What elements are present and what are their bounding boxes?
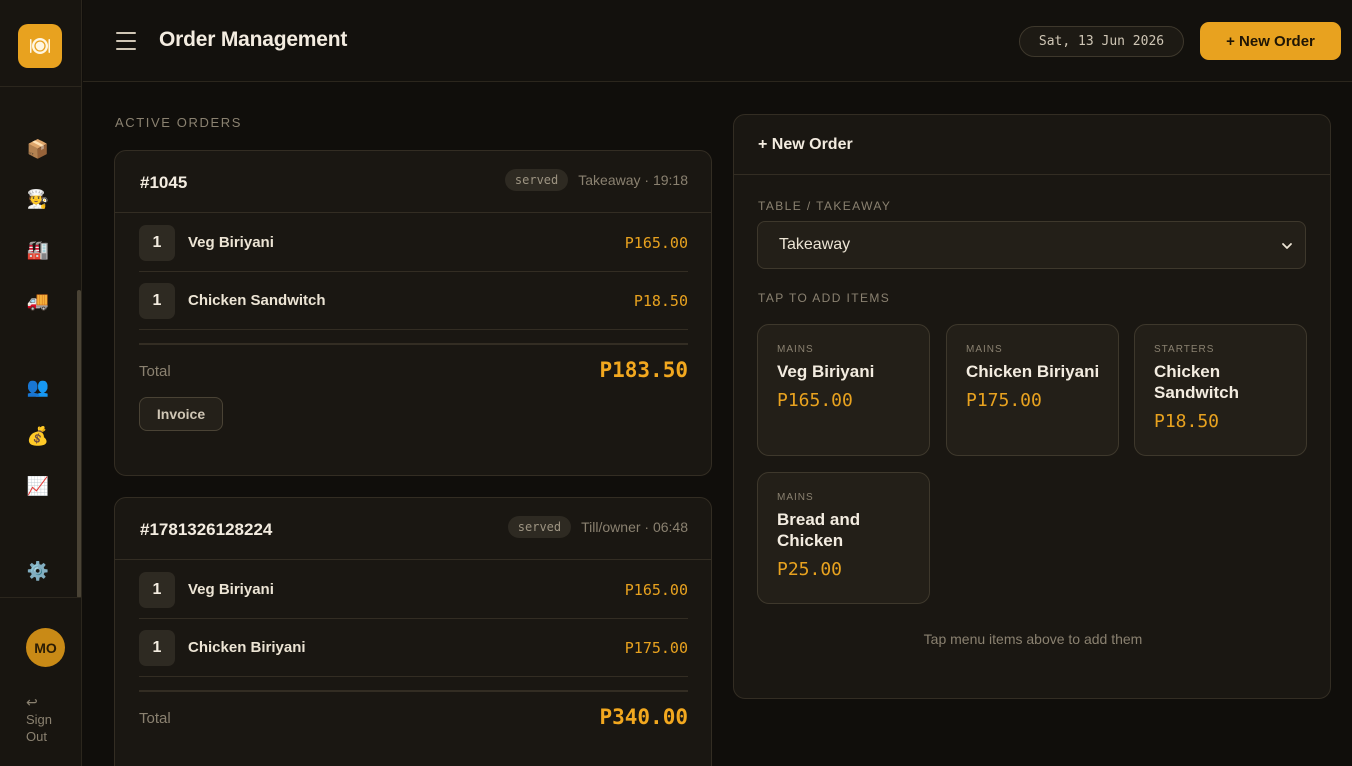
sidebar-divider [0, 86, 82, 87]
settings-icon[interactable]: ⚙️ [25, 558, 51, 584]
new-order-panel: + New Order TABLE / TAKEAWAY Takeaway TA… [733, 114, 1331, 699]
sidebar-divider [0, 597, 82, 598]
item-quantity: 1 [139, 282, 175, 319]
total-label: Total [139, 710, 171, 727]
order-header: #1045 served Takeaway · 19:18 [115, 151, 711, 213]
item-name: Chicken Sandwitch [188, 292, 326, 309]
panel-title: + New Order [758, 136, 853, 153]
chevron-down-icon [1282, 243, 1292, 249]
menu-item-name: Chicken Sandwitch [1154, 362, 1240, 402]
item-quantity: 1 [139, 629, 175, 666]
status-badge: served [504, 169, 569, 191]
order-item-row: 1 Veg Biriyani P165.00 [139, 214, 688, 272]
menu-item-price: P18.50 [1154, 411, 1220, 432]
new-order-button[interactable]: + New Order [1200, 22, 1341, 60]
table-select[interactable]: Takeaway [757, 221, 1306, 269]
menu-item-category: MAINS [777, 492, 814, 503]
chart-icon[interactable]: 📈 [25, 473, 51, 499]
status-badge: served [507, 516, 572, 538]
item-quantity: 1 [139, 571, 175, 608]
order-total-row: Total P183.50 [139, 343, 688, 397]
sign-out-label: Sign Out [26, 712, 53, 744]
order-item-row: 1 Veg Biriyani P165.00 [139, 561, 688, 619]
menu-icon[interactable] [116, 32, 136, 50]
header: Order Management Sat, 13 Jun 2026 + New … [83, 0, 1352, 82]
item-price: P165.00 [624, 580, 688, 599]
item-name: Chicken Biriyani [188, 639, 306, 656]
item-quantity: 1 [139, 224, 175, 261]
item-price: P175.00 [624, 638, 688, 657]
money-bag-icon[interactable]: 💰 [25, 423, 51, 449]
menu-item-tile[interactable]: MAINS Chicken Biriyani P175.00 [946, 324, 1119, 456]
menu-item-category: MAINS [777, 344, 814, 355]
order-number: #1781326128224 [140, 520, 273, 539]
table-label: TABLE / TAKEAWAY [758, 199, 892, 213]
delivery-truck-icon[interactable]: 🚚 [25, 288, 51, 314]
menu-item-name: Chicken Biriyani [966, 362, 1100, 381]
sign-out-icon: ↩ [26, 694, 38, 710]
panel-hint: Tap menu items above to add them [923, 631, 1143, 647]
factory-icon[interactable]: 🏭 [25, 237, 51, 263]
order-item-row: 1 Chicken Sandwitch P18.50 [139, 272, 688, 330]
menu-item-tile[interactable]: MAINS Bread and Chicken P25.00 [757, 472, 930, 604]
users-icon[interactable]: 👥 [25, 374, 51, 400]
order-number: #1045 [140, 173, 188, 192]
order-header: #1781326128224 served Till/owner · 06:48 [115, 498, 711, 560]
invoice-button[interactable]: Invoice [139, 397, 223, 431]
items-label: TAP TO ADD ITEMS [758, 291, 891, 305]
menu-item-name: Bread and Chicken [777, 510, 861, 550]
item-price: P18.50 [633, 291, 688, 310]
order-card: #1045 served Takeaway · 19:18 1 Veg Biri… [114, 150, 712, 476]
menu-item-name: Veg Biriyani [777, 362, 875, 381]
item-price: P165.00 [624, 233, 688, 252]
item-name: Veg Biriyani [188, 581, 274, 598]
total-label: Total [139, 363, 171, 380]
order-total: P183.50 [599, 358, 688, 382]
sign-out-button[interactable]: ↩ Sign Out [22, 694, 62, 745]
avatar[interactable]: MO [26, 628, 65, 667]
date-display: Sat, 13 Jun 2026 [1019, 26, 1184, 57]
menu-item-tile[interactable]: MAINS Veg Biriyani P165.00 [757, 324, 930, 456]
menu-item-category: STARTERS [1154, 344, 1215, 355]
order-meta: Takeaway · 19:18 [578, 172, 688, 188]
item-name: Veg Biriyani [188, 234, 274, 251]
chef-icon[interactable]: 🧑‍🍳 [25, 186, 51, 212]
order-total-row: Total P340.00 [139, 690, 688, 744]
page-title: Order Management [159, 28, 348, 51]
menu-item-tile[interactable]: STARTERS Chicken Sandwitch P18.50 [1134, 324, 1307, 456]
order-total: P340.00 [599, 705, 688, 729]
table-select-value: Takeaway [779, 236, 851, 253]
section-label: ACTIVE ORDERS [115, 115, 242, 130]
sidebar-scrollbar[interactable] [77, 290, 81, 598]
order-card: #1781326128224 served Till/owner · 06:48… [114, 497, 712, 766]
menu-item-price: P175.00 [966, 390, 1042, 411]
panel-header: + New Order [734, 115, 1330, 175]
plate-icon[interactable] [18, 24, 62, 68]
menu-item-price: P165.00 [777, 390, 853, 411]
order-meta: Till/owner · 06:48 [581, 519, 688, 535]
menu-item-category: MAINS [966, 344, 1003, 355]
sidebar: 📦 🧑‍🍳 🏭 🚚 👥 💰 📈 ⚙️ MO ↩ Sign Out [0, 0, 82, 766]
menu-item-price: P25.00 [777, 559, 843, 580]
order-item-row: 1 Chicken Biriyani P175.00 [139, 619, 688, 677]
inventory-icon[interactable]: 📦 [25, 136, 51, 162]
